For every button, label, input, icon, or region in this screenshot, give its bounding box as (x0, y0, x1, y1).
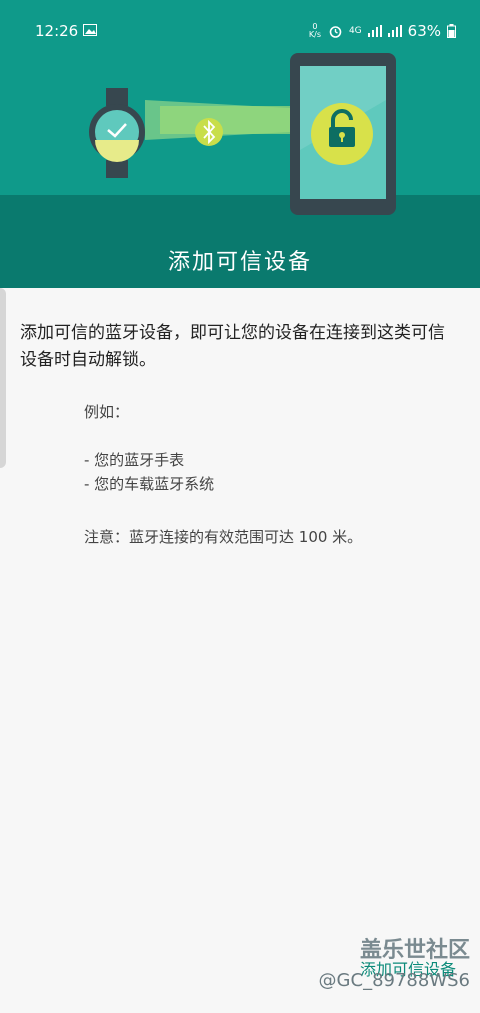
header: 12:26 0 K/s 4G 63% 添加可信设备 (0, 0, 480, 288)
illustration (0, 0, 480, 240)
unlock-icon (311, 103, 373, 165)
edge-panel-handle[interactable] (0, 288, 6, 468)
main-content: 添加可信的蓝牙设备，即可让您的设备在连接到这类可信设备时自动解锁。 (20, 320, 460, 374)
page-title: 添加可信设备 (167, 250, 312, 275)
watermark-user: @GC_89788WS6 (318, 970, 470, 991)
list-item: - 您的车载蓝牙系统 (84, 475, 215, 493)
examples-list: 例如： - 您的蓝牙手表 - 您的车载蓝牙系统 (84, 400, 214, 496)
examples-label: 例如： (84, 403, 130, 421)
range-note: 注意：蓝牙连接的有效范围可达 100 米。 (84, 528, 363, 546)
intro-text: 添加可信的蓝牙设备，即可让您的设备在连接到这类可信设备时自动解锁。 (20, 323, 445, 370)
list-item: - 您的蓝牙手表 (84, 451, 185, 469)
watch-icon (89, 88, 145, 178)
bluetooth-icon (195, 118, 223, 146)
